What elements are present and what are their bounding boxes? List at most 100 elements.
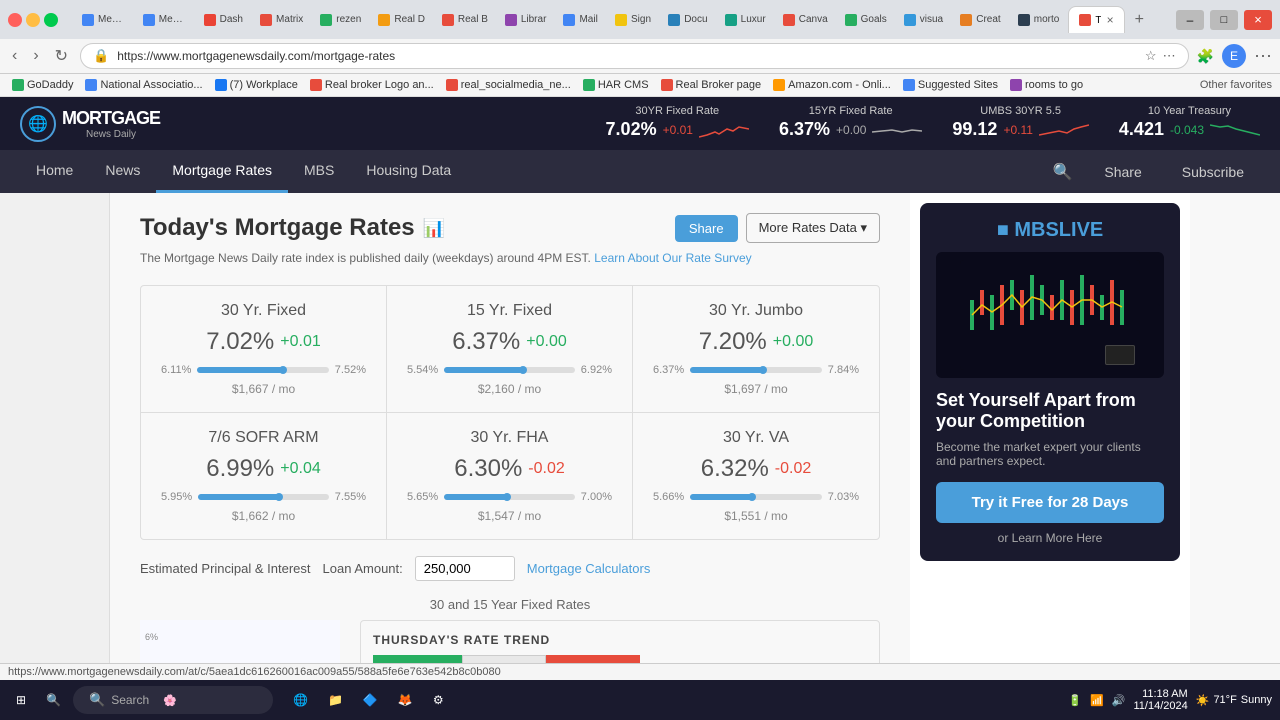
- tab-memo-2[interactable]: Memo: [135, 8, 194, 32]
- address-icons: ☆ ⋯: [1145, 48, 1176, 64]
- ticker-umbs[interactable]: UMBS 30YR 5.5 99.12 +0.11: [952, 105, 1089, 142]
- bookmark-workplace[interactable]: (7) Workplace: [211, 77, 302, 93]
- content-area: Today's Mortgage Rates 📊 Share More Rate…: [110, 193, 910, 663]
- extensions-btn[interactable]: 🧩: [1197, 48, 1214, 65]
- trend-buttons: POSITIVE MINIMAL NEGATIVE: [373, 655, 867, 663]
- trend-minimal-btn[interactable]: MINIMAL: [462, 655, 546, 663]
- bookmark-rooms[interactable]: rooms to go: [1006, 77, 1087, 93]
- tab-creat[interactable]: Creat: [952, 8, 1008, 32]
- loan-amount-input[interactable]: [415, 556, 515, 581]
- refresh-button[interactable]: ↻: [51, 44, 72, 68]
- bookmark-har-cms[interactable]: HAR CMS: [579, 77, 653, 93]
- tab-memo-1[interactable]: Memo: [74, 8, 133, 32]
- close-window-btn[interactable]: ×: [1244, 10, 1272, 30]
- logo[interactable]: 🌐 MORTGAGE News Daily: [20, 106, 160, 142]
- lock-icon: 🔒: [93, 48, 109, 64]
- logo-main-text: MORTGAGE: [62, 108, 160, 129]
- tab-luxur[interactable]: Luxur: [717, 8, 773, 32]
- mortgage-calculators-link[interactable]: Mortgage Calculators: [527, 561, 651, 576]
- tab-mail[interactable]: Mail: [555, 8, 605, 32]
- tab-matrix[interactable]: Matrix: [252, 8, 310, 32]
- bookmark-amazon[interactable]: Amazon.com - Onli...: [769, 77, 895, 93]
- taskbar-app-2[interactable]: 📁: [320, 689, 351, 711]
- learn-survey-link[interactable]: Learn About Our Rate Survey: [594, 251, 751, 265]
- page-title: Today's Mortgage Rates: [140, 214, 415, 242]
- new-tab-button[interactable]: +: [1127, 7, 1152, 33]
- maximize-button[interactable]: [44, 13, 58, 27]
- tab-rezen[interactable]: rezen: [312, 8, 368, 32]
- learn-more-link[interactable]: or Learn More Here: [998, 531, 1103, 545]
- rate-value-row-va: 6.32% -0.02: [653, 455, 859, 483]
- ticker-15yr[interactable]: 15YR Fixed Rate 6.37% +0.00: [779, 105, 922, 142]
- taskbar-search[interactable]: 🔍: [38, 689, 69, 711]
- rate-cell-arm: 7/6 SOFR ARM 6.99% +0.04 5.95% 7.55%: [141, 413, 387, 539]
- try-free-button[interactable]: Try it Free for 28 Days: [936, 482, 1164, 523]
- more-rates-button[interactable]: More Rates Data ▾: [746, 213, 880, 243]
- search-nav-button[interactable]: 🔍: [1044, 154, 1080, 190]
- bookmark-real-broker-logo[interactable]: Real broker Logo an...: [306, 77, 438, 93]
- tab-real-b[interactable]: Real B: [434, 8, 495, 32]
- taskbar-app-3[interactable]: 🔷: [355, 689, 386, 711]
- taskbar-app-5[interactable]: ⚙: [425, 689, 452, 711]
- maximize-window-btn[interactable]: □: [1210, 10, 1238, 30]
- minimize-window-btn[interactable]: –: [1176, 10, 1204, 30]
- tab-sign[interactable]: Sign: [607, 8, 658, 32]
- more-options-btn[interactable]: ⋯: [1254, 46, 1272, 67]
- bookmark-real-broker-page[interactable]: Real Broker page: [657, 77, 766, 93]
- tab-library[interactable]: Librar: [497, 8, 554, 32]
- tab-active[interactable]: T ×: [1068, 6, 1124, 33]
- start-button[interactable]: ⊞: [8, 689, 34, 711]
- nav-mortgage-rates[interactable]: Mortgage Rates: [156, 150, 288, 193]
- rate-pct-arm: 6.99%: [206, 455, 274, 483]
- ticker-change-15yr: +0.00: [836, 123, 866, 137]
- bookmark-national[interactable]: National Associatio...: [81, 77, 206, 93]
- minimize-button[interactable]: [26, 13, 40, 27]
- chart-container: 6% 5% 4% THURSDAY'S RATE TREND: [140, 620, 880, 663]
- nav-news[interactable]: News: [89, 150, 156, 193]
- trend-title: THURSDAY'S RATE TREND: [373, 633, 867, 647]
- taskbar-app-4[interactable]: 🦊: [390, 689, 421, 711]
- nav-subscribe-btn[interactable]: Subscribe: [1166, 156, 1260, 188]
- tab-real-d[interactable]: Real D: [370, 8, 432, 32]
- tab-docu[interactable]: Docu: [660, 8, 714, 32]
- status-url: https://www.mortgagenewsdaily.com/at/c/5…: [8, 666, 501, 678]
- trend-positive-btn[interactable]: POSITIVE: [373, 655, 462, 663]
- rate-range-15yr: 5.54% 6.92%: [407, 364, 612, 376]
- profile-btn[interactable]: E: [1222, 44, 1246, 68]
- rate-cell-30yr-fixed: 30 Yr. Fixed 7.02% +0.01 6.11% 7.52%: [141, 286, 387, 413]
- rate-value-row-jumbo: 7.20% +0.00: [653, 328, 859, 356]
- taskbar-app-1[interactable]: 🌐: [285, 689, 316, 711]
- trend-negative-btn[interactable]: NEGATIVE: [546, 655, 640, 663]
- bookmark-suggested[interactable]: Suggested Sites: [899, 77, 1002, 93]
- forward-button[interactable]: ›: [29, 45, 42, 67]
- taskbar: ⊞ 🔍 🔍 Search 🌸 🌐 📁 🔷 🦊 ⚙ 🔋 📶 🔊 11:18 AM …: [0, 680, 1280, 720]
- sys-tray: 🔋 📶 🔊 11:18 AM 11/14/2024 ☀️ 71°F Sunny: [1068, 688, 1272, 712]
- temp-icon: ☀️: [1196, 694, 1210, 707]
- tab-goals[interactable]: Goals: [837, 8, 894, 32]
- taskbar-search-box[interactable]: 🔍 Search 🌸: [73, 686, 273, 714]
- tab-morto[interactable]: morto: [1010, 8, 1067, 32]
- ticker-treasury[interactable]: 10 Year Treasury 4.421 -0.043: [1119, 105, 1260, 142]
- ad-learn-more: or Learn More Here: [936, 531, 1164, 545]
- ticker-30yr[interactable]: 30YR Fixed Rate 7.02% +0.01: [606, 105, 749, 142]
- rate-cell-30yr-jumbo: 30 Yr. Jumbo 7.20% +0.00 6.37% 7.84%: [633, 286, 879, 413]
- nav-housing-data[interactable]: Housing Data: [350, 150, 467, 193]
- close-tab-icon[interactable]: ×: [1107, 13, 1114, 27]
- tab-canva[interactable]: Canva: [775, 8, 835, 32]
- more-bookmarks-btn[interactable]: Other favorites: [1200, 79, 1272, 91]
- title-bar: Memo Memo Dash Matrix rezen Real D Real …: [0, 0, 1280, 39]
- taskbar-search-label: Search: [111, 693, 149, 707]
- nav-mbs[interactable]: MBS: [288, 150, 350, 193]
- bookmark-social-media[interactable]: real_socialmedia_ne...: [442, 77, 575, 93]
- address-bar[interactable]: 🔒 https://www.mortgagenewsdaily.com/mort…: [80, 43, 1189, 69]
- close-button[interactable]: [8, 13, 22, 27]
- status-bar: https://www.mortgagenewsdaily.com/at/c/5…: [0, 663, 1280, 680]
- back-button[interactable]: ‹: [8, 45, 21, 67]
- tab-visual[interactable]: visua: [896, 8, 950, 32]
- nav-share-btn[interactable]: Share: [1088, 156, 1157, 188]
- nav-home[interactable]: Home: [20, 150, 89, 193]
- share-button[interactable]: Share: [675, 215, 738, 242]
- bookmark-godaddy[interactable]: GoDaddy: [8, 77, 77, 93]
- page-title-row: Today's Mortgage Rates 📊 Share More Rate…: [140, 213, 880, 243]
- tab-dash[interactable]: Dash: [196, 8, 250, 32]
